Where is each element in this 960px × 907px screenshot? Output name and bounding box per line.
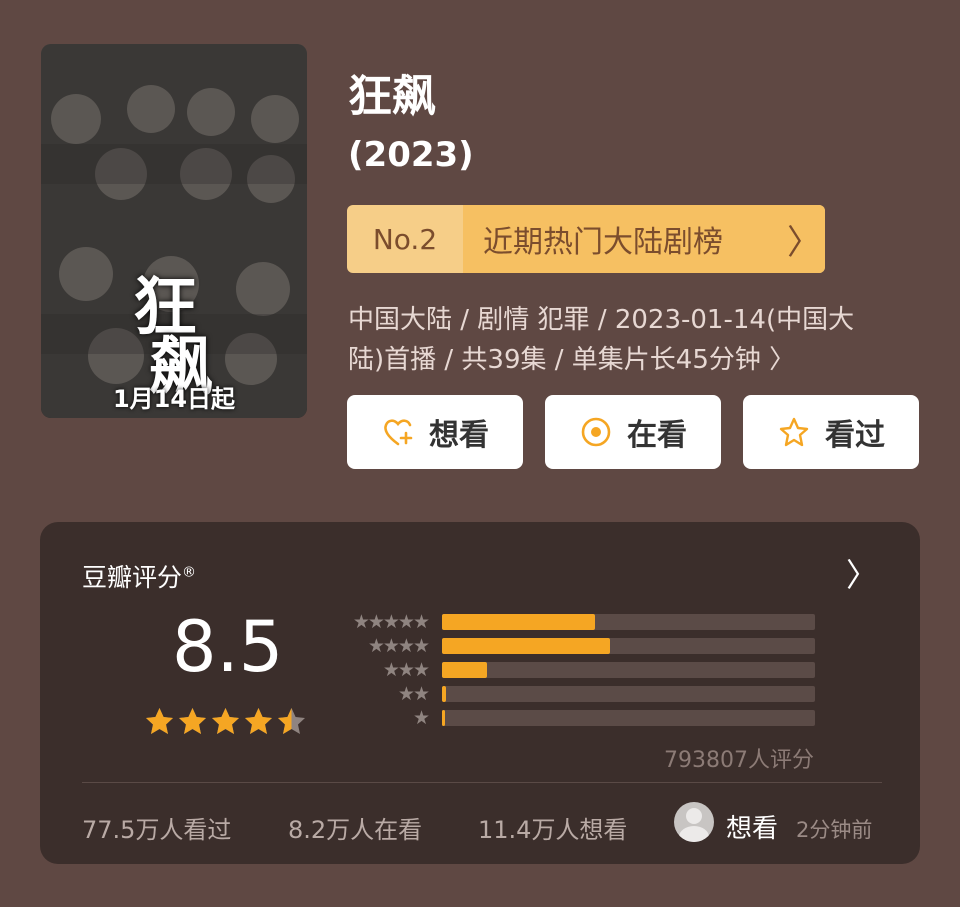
- want-count[interactable]: 11.4万人想看: [478, 810, 627, 845]
- meta-line-2: 陆)首播 / 共39集 / 单集片长45分钟 〉: [348, 345, 796, 375]
- distribution-fill: [442, 710, 445, 726]
- rating-count: 793807人评分: [664, 748, 814, 773]
- watching-button[interactable]: 在看: [545, 395, 721, 469]
- distribution-track: [442, 614, 815, 630]
- want-to-watch-button[interactable]: 想看: [347, 395, 523, 469]
- star-icon: [179, 708, 206, 734]
- watching-label: 在看: [627, 418, 687, 453]
- star-icon: [278, 708, 305, 734]
- rating-card: 豆瓣评分® 〉 8.5 ★★★★★ ★★★★ ★★★ ★★ ★ 793807人评分 77…: [40, 522, 920, 864]
- watching-count[interactable]: 8.2万人在看: [288, 810, 422, 845]
- activity-time: 2分钟前: [796, 818, 873, 842]
- rating-title-text: 豆瓣评分: [82, 563, 183, 592]
- meta-line-1: 中国大陆 / 剧情 犯罪 / 2023-01-14(中国大: [348, 305, 855, 335]
- distribution-stars: ★★★★★: [352, 611, 430, 633]
- page-title: 狂飙: [348, 71, 436, 122]
- avatar[interactable]: [674, 802, 714, 842]
- rating-score: 8.5: [172, 606, 284, 688]
- activity-action: 想看: [726, 814, 779, 844]
- distribution-row: ★★: [336, 682, 816, 706]
- rank-number: No.2: [372, 222, 438, 256]
- watched-count[interactable]: 77.5万人看过: [82, 810, 231, 845]
- distribution-stars: ★: [412, 707, 430, 729]
- distribution-stars: ★★★: [382, 659, 430, 681]
- ranking-badge[interactable]: No.2 近期热门大陆剧榜 〉: [347, 205, 825, 273]
- rating-stars: [144, 706, 307, 737]
- registered-mark: ®: [182, 564, 197, 581]
- star-icon: [245, 708, 272, 734]
- star-icon: [146, 708, 173, 734]
- distribution-track: [442, 638, 815, 654]
- rank-list-name: 近期热门大陆剧榜 〉: [463, 205, 825, 273]
- poster-date-text: 1月14日起: [112, 385, 236, 413]
- star-icon: [212, 708, 239, 734]
- distribution-fill: [442, 686, 446, 702]
- want-to-watch-label: 想看: [429, 418, 489, 453]
- circle-dot-icon: [581, 417, 611, 447]
- release-year: (2023): [348, 135, 474, 175]
- distribution-row: ★★★★: [336, 634, 816, 658]
- distribution-stars: ★★: [397, 683, 430, 705]
- rank-list-label: 近期热门大陆剧榜: [483, 225, 723, 260]
- distribution-track: [442, 662, 815, 678]
- star-outline-icon: [779, 417, 809, 447]
- heart-plus-icon: [384, 419, 413, 446]
- distribution-track: [442, 686, 815, 702]
- distribution-fill: [442, 614, 595, 630]
- distribution-track: [442, 710, 815, 726]
- distribution-stars: ★★★★: [367, 635, 430, 657]
- watched-label: 看过: [825, 418, 885, 453]
- distribution-row: ★: [336, 706, 816, 730]
- rating-title[interactable]: 豆瓣评分®: [82, 558, 196, 594]
- distribution-fill: [442, 662, 487, 678]
- watched-button[interactable]: 看过: [743, 395, 919, 469]
- poster-image[interactable]: 狂 飙 1月14日起: [41, 44, 307, 418]
- show-meta[interactable]: 中国大陆 / 剧情 犯罪 / 2023-01-14(中国大 陆)首播 / 共39…: [348, 300, 918, 380]
- divider: [82, 782, 882, 783]
- chevron-right-icon: 〉: [787, 222, 821, 263]
- distribution-row: ★★★: [336, 658, 816, 682]
- distribution-row: ★★★★★: [336, 610, 816, 634]
- distribution-fill: [442, 638, 610, 654]
- rating-distribution: ★★★★★ ★★★★ ★★★ ★★ ★: [336, 610, 816, 730]
- chevron-right-icon[interactable]: 〉: [846, 550, 878, 596]
